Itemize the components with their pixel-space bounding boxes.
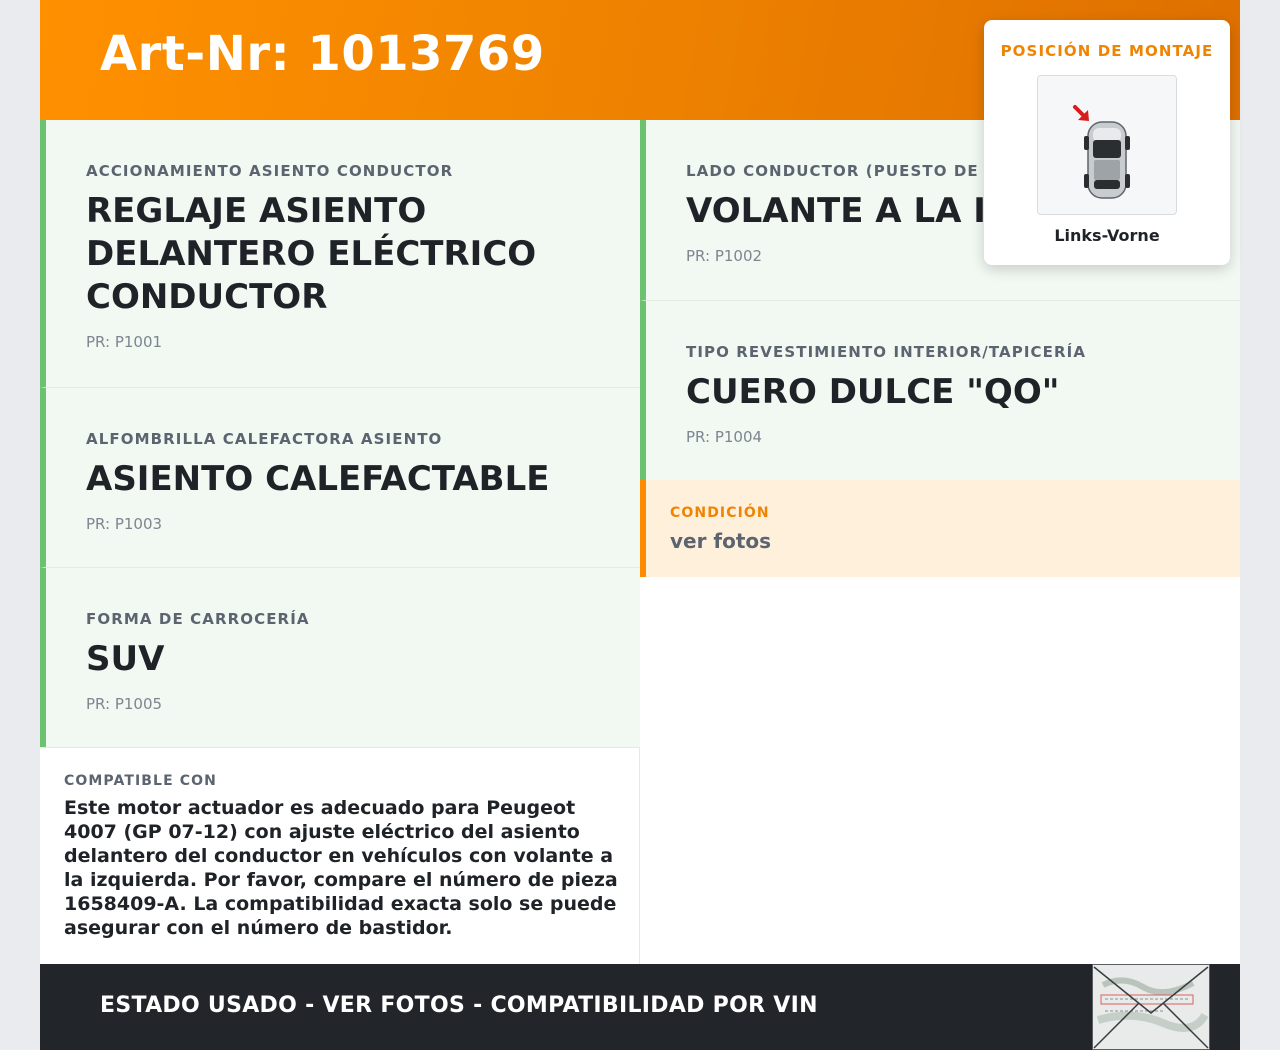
spec-label: ALFOMBRILLA CALEFACTORA ASIENTO: [86, 430, 443, 448]
spec-label: FORMA DE CARROCERÍA: [86, 610, 310, 628]
condition-text: ver fotos: [670, 529, 772, 553]
spec-pr-code: PR: P1001: [86, 333, 163, 351]
article-number: Art-Nr: 1013769: [100, 26, 545, 82]
car-top-view-icon: [1073, 105, 1130, 199]
spec-label: ACCIONAMIENTO ASIENTO CONDUCTOR: [86, 162, 454, 180]
spec-pr-code: PR: P1004: [686, 428, 763, 446]
compatibility-label: COMPATIBLE CON: [64, 773, 217, 789]
envelope-icon: [1093, 965, 1209, 1049]
spec-value: SUV: [86, 639, 165, 679]
compatibility-text: Este motor actuador es adecuado para Peu…: [64, 797, 618, 939]
mounting-position-caption: Links-Vorne: [1054, 226, 1160, 245]
spec-value: ASIENTO CALEFACTABLE: [86, 459, 550, 499]
registration-document-thumbnail: [1092, 964, 1210, 1050]
spec-pr-code: PR: P1003: [86, 515, 163, 533]
spec-card-body-style: FORMA DE CARROCERÍA SUV PR: P1005: [40, 567, 640, 747]
mounting-position-title: POSICIÓN DE MONTAJE: [1000, 42, 1214, 60]
compatibility-section: COMPATIBLE CON Este motor actuador es ad…: [40, 747, 640, 964]
condition-box: CONDICIÓN ver fotos: [640, 480, 1240, 577]
footer-text: ESTADO USADO - VER FOTOS - COMPATIBILIDA…: [100, 993, 818, 1018]
spec-label: TIPO REVESTIMIENTO INTERIOR/TAPICERÍA: [686, 343, 1087, 361]
footer-banner: ESTADO USADO - VER FOTOS - COMPATIBILIDA…: [40, 964, 1240, 1050]
mounting-position-panel: POSICIÓN DE MONTAJE Links-Vorne: [984, 20, 1230, 265]
spec-value: CUERO DULCE "QO": [686, 372, 1060, 412]
spec-pr-code: PR: P1005: [86, 695, 163, 713]
spec-card-seat-heating: ALFOMBRILLA CALEFACTORA ASIENTO ASIENTO …: [40, 387, 640, 567]
spec-value: REGLAJE ASIENTO DELANTERO ELÉCTRICO COND…: [86, 191, 537, 317]
condition-label: CONDICIÓN: [670, 505, 770, 521]
spec-card-upholstery: TIPO REVESTIMIENTO INTERIOR/TAPICERÍA CU…: [640, 300, 1240, 480]
mounting-position-image: [1037, 75, 1177, 215]
arrow-icon: [1073, 105, 1089, 121]
spec-card-seat-adjustment: ACCIONAMIENTO ASIENTO CONDUCTOR REGLAJE …: [40, 120, 640, 387]
